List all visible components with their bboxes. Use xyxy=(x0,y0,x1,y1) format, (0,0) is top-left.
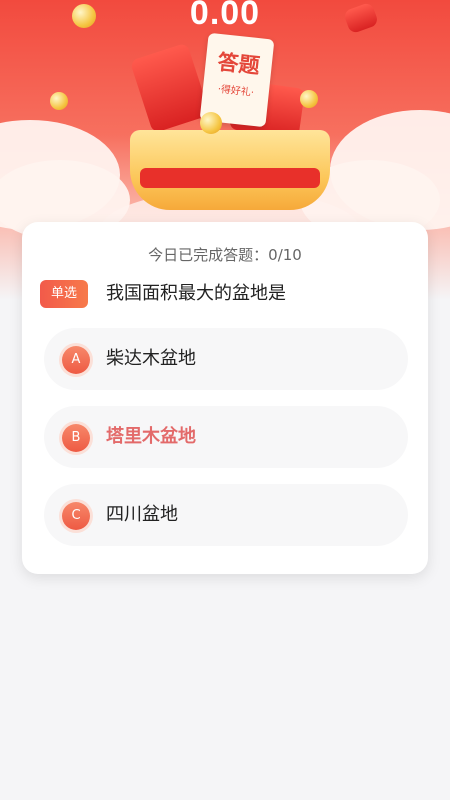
quiz-card: 今日已完成答题：0/10 单选 我国面积最大的盆地是 A 柴达木盆地 B 塔里木… xyxy=(22,222,428,574)
ticket-title: 答题 xyxy=(216,49,261,79)
ticket-subtitle: ·得好礼· xyxy=(217,84,255,99)
option-a-letter: A xyxy=(62,346,90,374)
option-b[interactable]: B 塔里木盆地 xyxy=(44,406,408,468)
question-text: 我国面积最大的盆地是 xyxy=(106,283,286,304)
gold-coin-icon xyxy=(50,92,68,110)
question-type-tag: 单选 xyxy=(40,280,88,308)
option-a[interactable]: A 柴达木盆地 xyxy=(44,328,408,390)
red-envelope-left xyxy=(129,42,211,134)
gold-coin-icon xyxy=(300,90,318,108)
option-c-letter: C xyxy=(62,502,90,530)
gold-coin-icon xyxy=(200,112,222,134)
gift-basket-band xyxy=(140,168,320,188)
option-c[interactable]: C 四川盆地 xyxy=(44,484,408,546)
daily-progress: 今日已完成答题：0/10 xyxy=(148,246,302,264)
option-a-text: 柴达木盆地 xyxy=(106,348,196,369)
option-b-text: 塔里木盆地 xyxy=(106,426,196,447)
balance-amount: 0.00 xyxy=(189,0,261,32)
option-c-text: 四川盆地 xyxy=(106,504,178,525)
option-b-letter: B xyxy=(62,424,90,452)
